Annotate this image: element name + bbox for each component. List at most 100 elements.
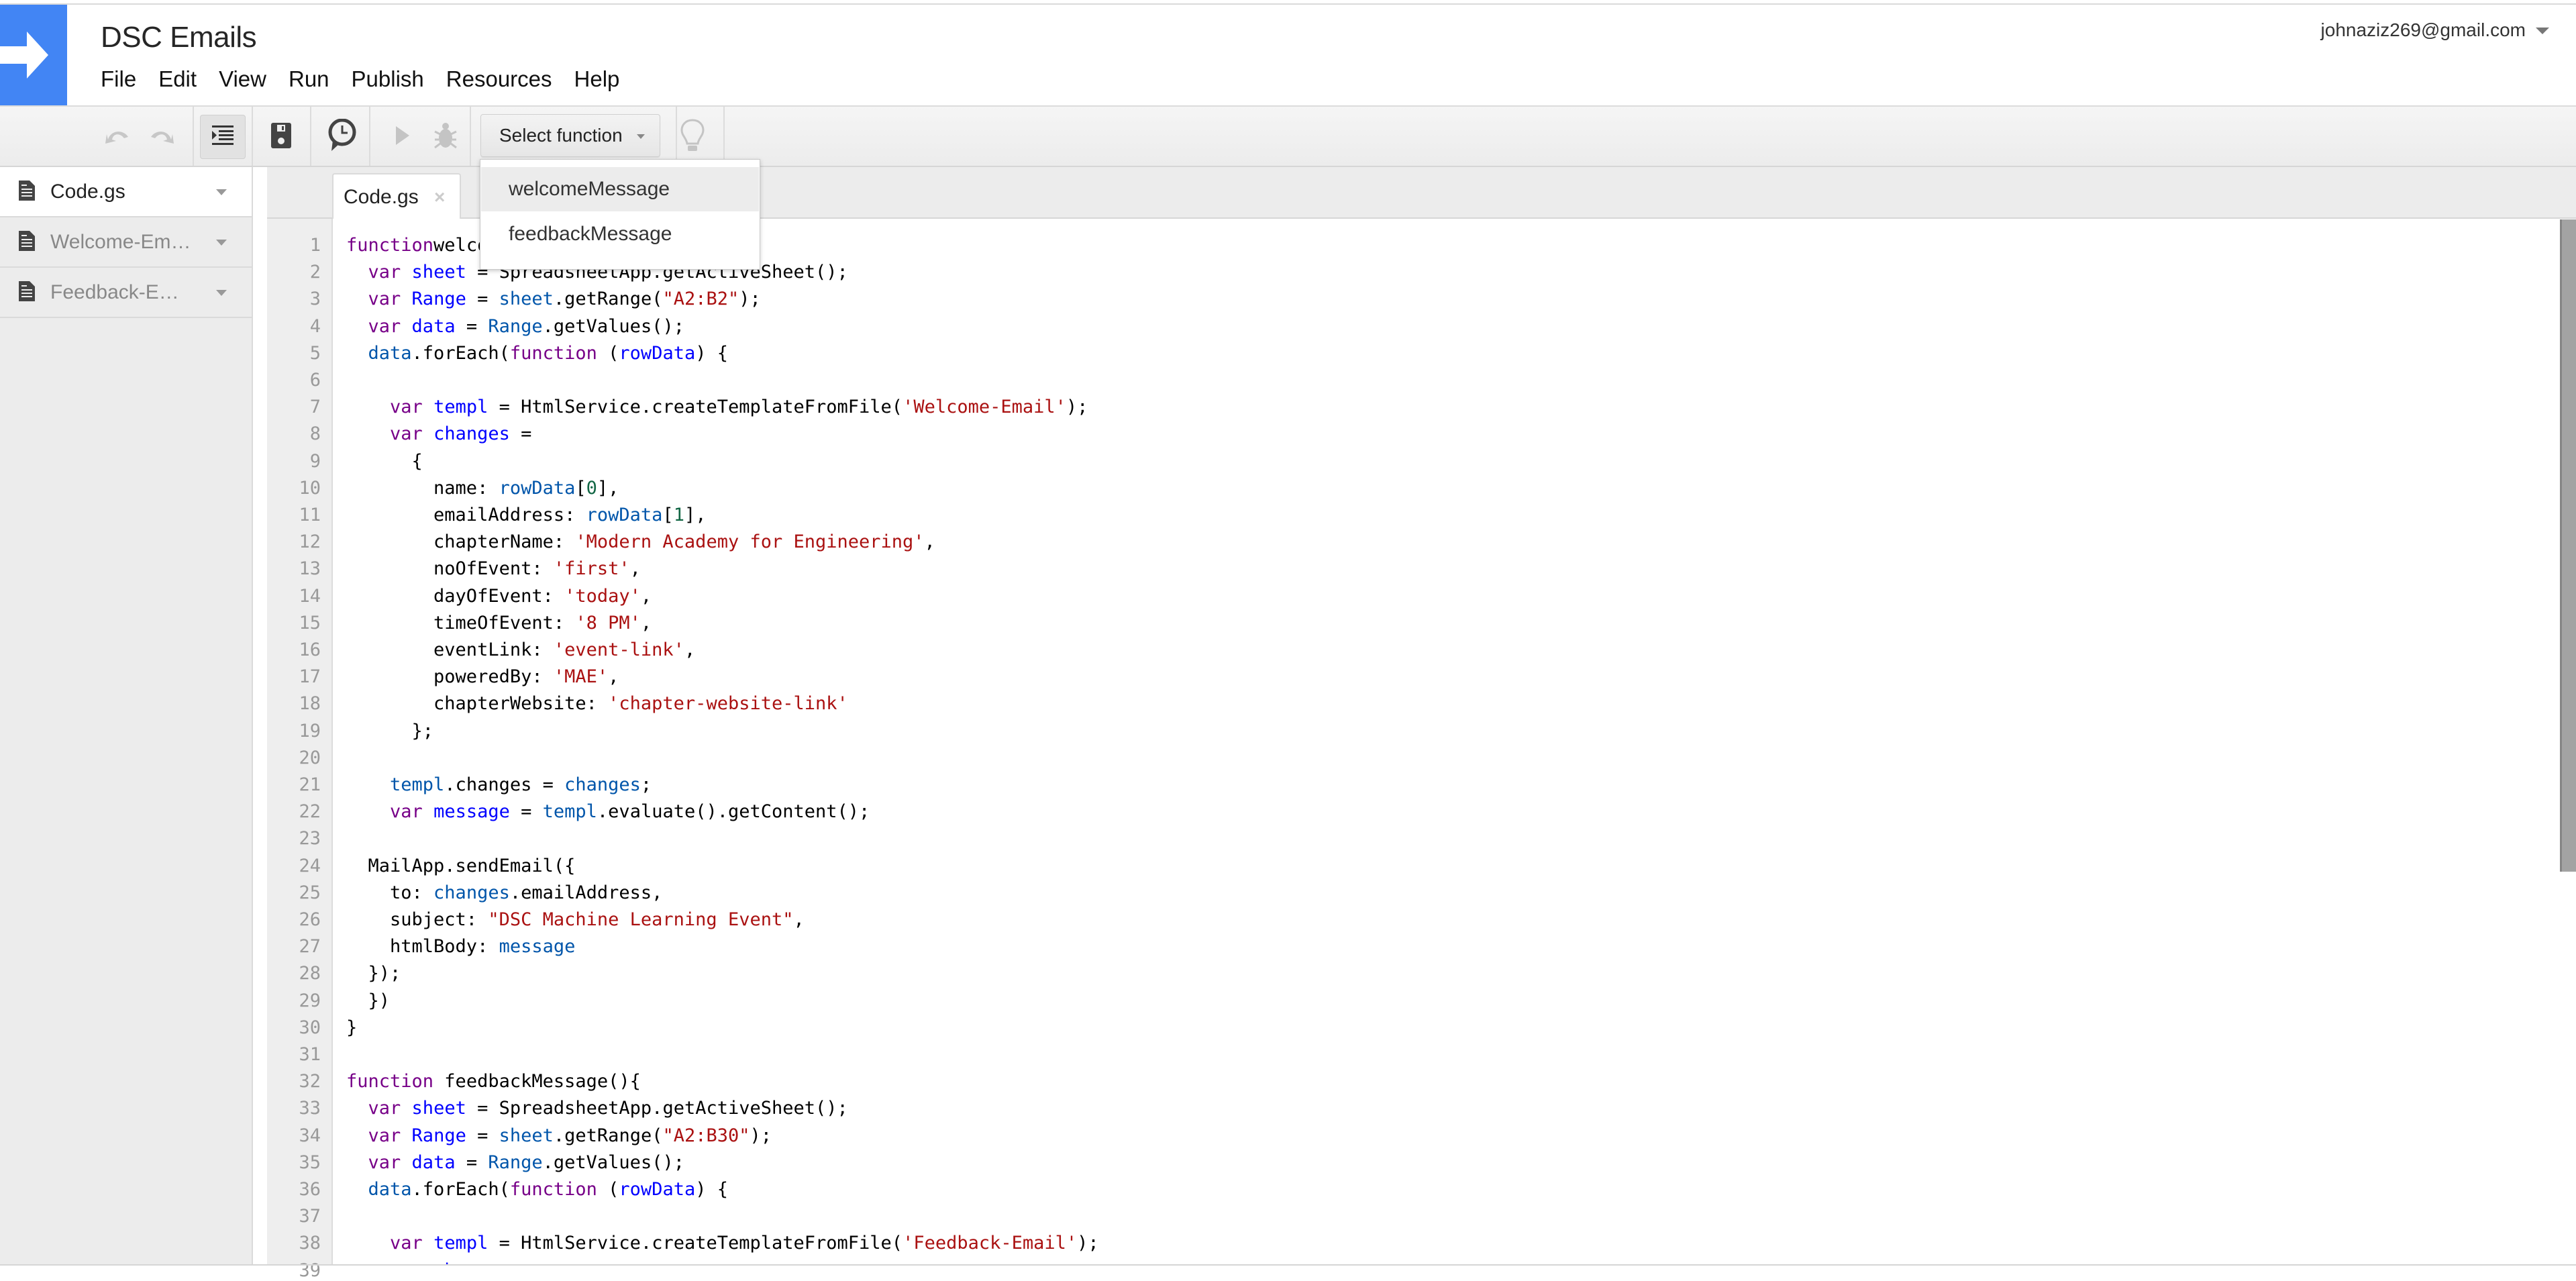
code-line[interactable]: eventLink: 'event-link',	[346, 639, 695, 660]
function-option-feedback-message[interactable]: feedbackMessage	[481, 212, 759, 256]
code-line[interactable]: function feedbackMessage(){	[346, 1071, 641, 1092]
sidebar-file-code-gs[interactable]: Code.gs	[0, 167, 252, 217]
code-token: =	[466, 1125, 499, 1146]
account-caret-icon[interactable]	[2536, 28, 2549, 34]
code-line[interactable]: var message = templ.evaluate().getConten…	[346, 801, 870, 822]
code-token: changes	[433, 882, 510, 903]
line-number: 14	[299, 585, 321, 607]
code-line[interactable]: var data = Range.getValues();	[346, 316, 684, 337]
redo-icon[interactable]	[146, 120, 177, 151]
code-token: message	[499, 936, 576, 958]
code-token: = SpreadsheetApp.getActiveSheet();	[466, 1098, 848, 1119]
code-line[interactable]: chapterName: 'Modern Academy for Enginee…	[346, 531, 935, 552]
project-title[interactable]: DSC Emails	[101, 21, 257, 54]
menu-view[interactable]: View	[219, 66, 266, 92]
editor-scrollbar[interactable]	[2560, 219, 2576, 872]
line-number: 28	[299, 963, 321, 984]
menu-publish[interactable]: Publish	[352, 66, 424, 92]
option-label: feedbackMessage	[509, 223, 672, 245]
debug-bug-icon[interactable]	[430, 120, 461, 151]
tab-code-gs[interactable]: Code.gs ×	[332, 173, 461, 220]
sidebar-file-welcome-email[interactable]: Welcome-Em…	[0, 217, 252, 268]
line-number: 33	[299, 1098, 321, 1119]
menu-edit[interactable]: Edit	[158, 66, 197, 92]
line-number: 4	[309, 315, 321, 337]
code-line[interactable]: data.forEach(function (rowData) {	[346, 343, 728, 364]
file-icon	[19, 281, 35, 301]
select-function-dropdown[interactable]: Select function	[480, 114, 660, 157]
code-token: var	[368, 1098, 401, 1119]
code-line[interactable]: };	[346, 721, 434, 741]
code-token: rowData	[499, 477, 576, 499]
account-email[interactable]: johnaziz269@gmail.com	[2321, 19, 2526, 41]
code-line[interactable]: poweredBy: 'MAE',	[346, 666, 619, 687]
app-header: DSC Emails File Edit View Run Publish Re…	[0, 5, 2576, 107]
code-token: rowData	[586, 505, 663, 525]
code-line[interactable]: {	[346, 451, 423, 472]
menu-bar: File Edit View Run Publish Resources Hel…	[101, 66, 641, 92]
code-line[interactable]: var changes =	[346, 423, 531, 444]
menu-resources[interactable]: Resources	[446, 66, 552, 92]
code-line[interactable]: templ.changes = changes;	[346, 774, 652, 795]
code-line[interactable]: })	[346, 990, 391, 1011]
code-line[interactable]: data.forEach(function (rowData) {	[346, 1179, 728, 1200]
line-number: 16	[299, 639, 321, 660]
code-token: (	[597, 1179, 619, 1200]
save-icon[interactable]	[266, 120, 297, 151]
code-line[interactable]: var Range = sheet.getRange("A2:B30");	[346, 1125, 772, 1146]
lightbulb-icon[interactable]	[677, 119, 708, 151]
triggers-clock-icon[interactable]	[327, 119, 358, 151]
undo-icon[interactable]	[102, 120, 133, 151]
code-line[interactable]: var templ = HtmlService.createTemplateFr…	[346, 397, 1088, 417]
code-line[interactable]: name: rowData[0],	[346, 478, 619, 499]
line-number-gutter: 1 2 3 4 5 6 7 8 9 10 11 12 13 14 15 16 17 18 19 20 21 22 23 24 2…	[267, 219, 333, 1281]
code-line[interactable]: var templ = HtmlService.createTemplateFr…	[346, 1233, 1099, 1253]
code-line[interactable]: var Range = sheet.getRange("A2:B2");	[346, 289, 761, 309]
close-icon[interactable]: ×	[434, 187, 445, 208]
code-line[interactable]: MailApp.sendEmail({	[346, 856, 576, 876]
code-line[interactable]: noOfEvent: 'first',	[346, 558, 641, 579]
code-token: 'event-link'	[553, 639, 684, 660]
apps-script-logo[interactable]	[0, 5, 67, 105]
code-line[interactable]: dayOfEvent: 'today',	[346, 586, 652, 607]
code-line[interactable]: subject: "DSC Machine Learning Event",	[346, 909, 805, 930]
code-token: templ	[542, 801, 597, 823]
line-number: 25	[299, 882, 321, 903]
function-option-welcome-message[interactable]: welcomeMessage	[481, 167, 759, 211]
chevron-down-icon[interactable]	[216, 240, 227, 246]
code-token: function	[509, 342, 597, 364]
code-line[interactable]: chapterWebsite: 'chapter-website-link'	[346, 693, 848, 714]
line-number: 13	[299, 558, 321, 580]
indent-icon[interactable]	[207, 120, 238, 151]
code-line[interactable]: }	[346, 1017, 357, 1038]
code-line[interactable]: });	[346, 963, 401, 984]
code-line[interactable]: to: changes.emailAddress,	[346, 882, 662, 903]
code-editor[interactable]: functionwelcomeMessage(){ var sheet = Sp…	[333, 219, 2576, 1264]
chevron-down-icon[interactable]	[216, 189, 227, 195]
menu-file[interactable]: File	[101, 66, 136, 92]
line-number: 15	[299, 612, 321, 633]
code-token: =	[455, 315, 488, 337]
code-line[interactable]: htmlBody: message	[346, 936, 575, 957]
menu-help[interactable]: Help	[574, 66, 620, 92]
sidebar-splitter[interactable]	[253, 167, 267, 1264]
menu-run[interactable]: Run	[289, 66, 329, 92]
code-token: ],	[597, 477, 619, 499]
toolbar-divider	[193, 107, 194, 166]
chevron-down-icon[interactable]	[216, 290, 227, 296]
code-line[interactable]: emailAddress: rowData[1],	[346, 505, 706, 525]
code-line[interactable]: timeOfEvent: '8 PM',	[346, 613, 652, 633]
run-icon[interactable]	[387, 120, 418, 151]
code-token: 'chapter-website-link'	[608, 693, 848, 715]
code-line[interactable]: var sheet = SpreadsheetApp.getActiveShee…	[346, 1098, 848, 1119]
code-token: .emailAddress,	[509, 882, 663, 903]
code-token: data	[401, 315, 456, 337]
code-token: to:	[346, 882, 434, 903]
sidebar-file-feedback-email[interactable]: Feedback-E…	[0, 268, 252, 318]
code-line[interactable]: var data = Range.getValues();	[346, 1152, 684, 1173]
code-token: chapterName:	[346, 531, 576, 553]
